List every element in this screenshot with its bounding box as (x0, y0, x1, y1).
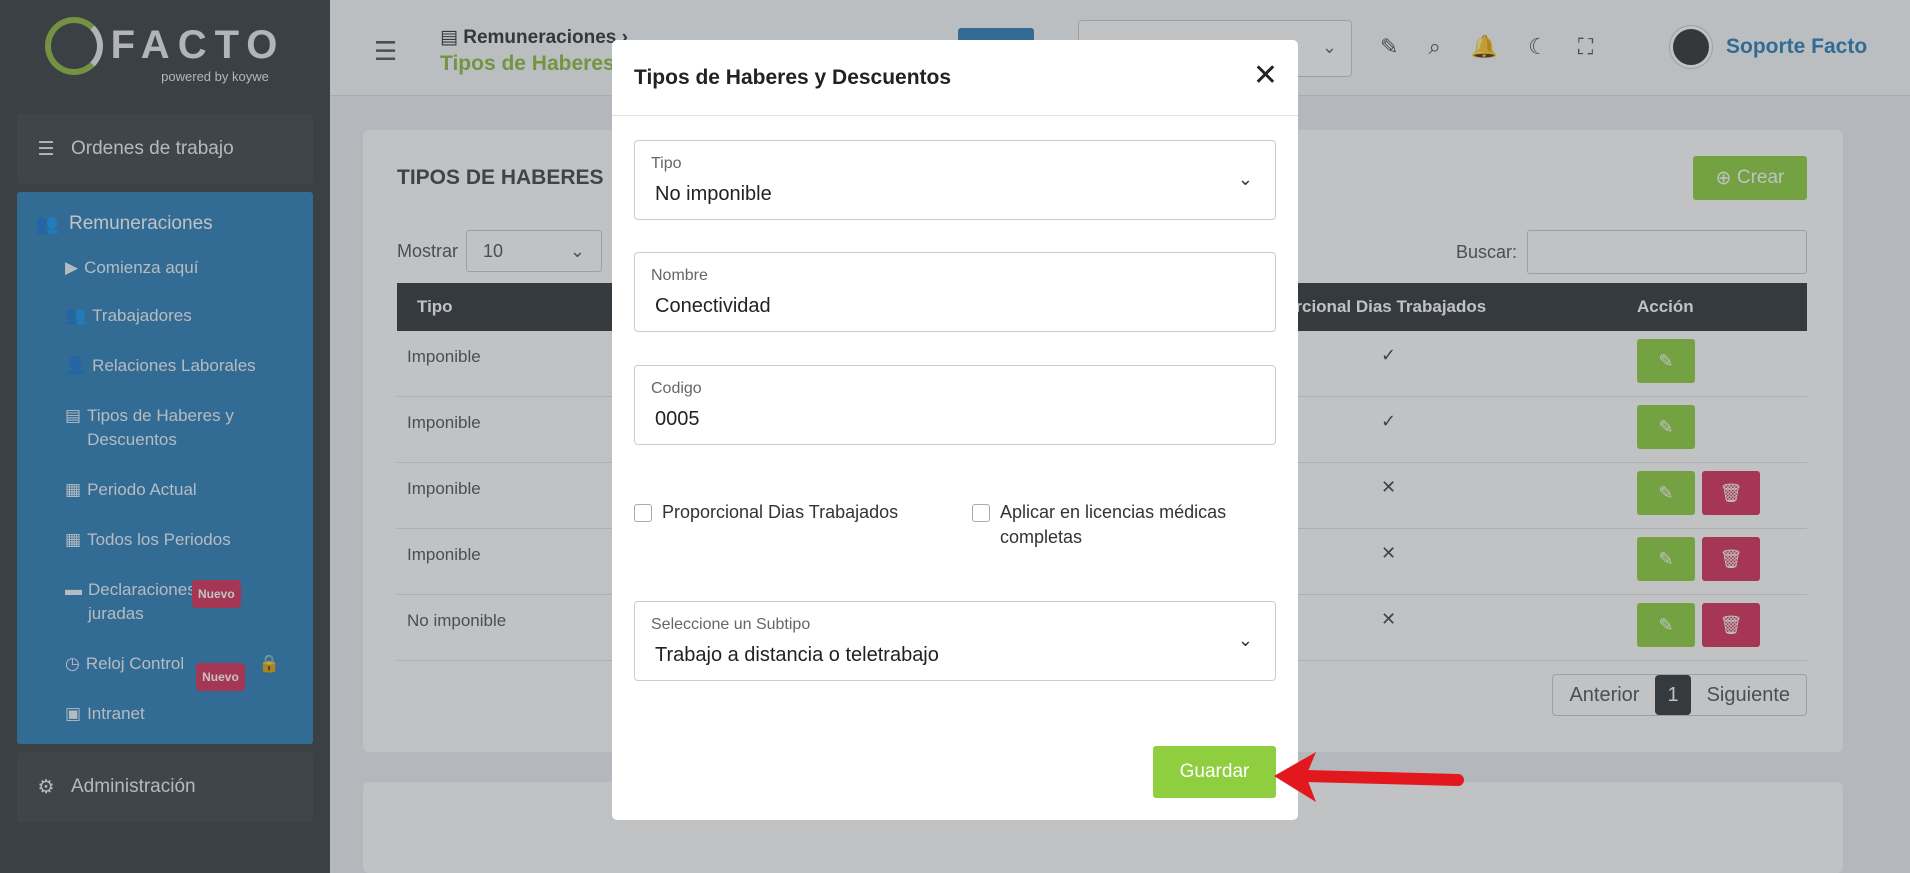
licencias-checkbox[interactable]: Aplicar en licencias médicas completas (972, 500, 1272, 550)
chevron-down-icon: ⌄ (1237, 630, 1253, 650)
close-icon[interactable]: ✕ (1253, 58, 1278, 93)
proporcional-label: Proporcional Dias Trabajados (662, 502, 899, 522)
subtipo-select[interactable]: Seleccione un Subtipo Trabajo a distanci… (634, 601, 1276, 681)
checkbox-box[interactable] (972, 504, 990, 522)
nombre-label: Nombre (651, 267, 708, 284)
codigo-label: Codigo (651, 380, 702, 397)
modal-header: Tipos de Haberes y Descuentos ✕ (612, 40, 1298, 116)
modal-dialog: Tipos de Haberes y Descuentos ✕ Tipo No … (612, 40, 1298, 820)
codigo-value: 0005 (655, 408, 700, 430)
proporcional-checkbox[interactable]: Proporcional Dias Trabajados (634, 500, 898, 525)
licencias-label: Aplicar en licencias médicas completas (1000, 502, 1227, 547)
chevron-down-icon: ⌄ (1237, 169, 1253, 189)
red-arrow-annotation (1274, 752, 1464, 802)
save-button[interactable]: Guardar (1153, 746, 1276, 798)
codigo-field[interactable]: Codigo 0005 (634, 365, 1276, 445)
tipo-select[interactable]: Tipo No imponible ⌄ (634, 140, 1276, 220)
nombre-value: Conectividad (655, 295, 771, 317)
modal-title: Tipos de Haberes y Descuentos (634, 66, 952, 89)
tipo-label: Tipo (651, 155, 682, 172)
subtipo-label: Seleccione un Subtipo (651, 616, 811, 633)
checkbox-box[interactable] (634, 504, 652, 522)
subtipo-value: Trabajo a distancia o teletrabajo (655, 644, 939, 666)
nombre-field[interactable]: Nombre Conectividad (634, 252, 1276, 332)
tipo-value: No imponible (655, 183, 772, 205)
